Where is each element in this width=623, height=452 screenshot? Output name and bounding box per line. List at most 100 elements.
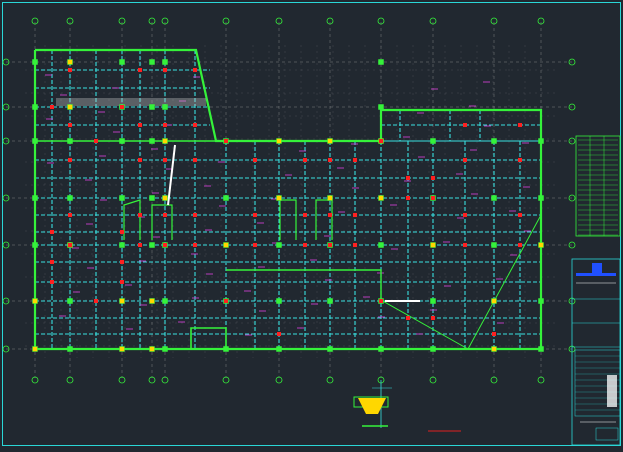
column-marker [149, 195, 155, 201]
column-marker-red [518, 243, 522, 247]
column-marker-red [303, 243, 307, 247]
column-marker [119, 346, 125, 352]
column-marker-red [50, 105, 54, 109]
column-marker-red [253, 243, 257, 247]
column-marker [119, 138, 125, 144]
column-marker [162, 346, 168, 352]
column-marker-red [50, 280, 54, 284]
column-marker [162, 195, 168, 201]
column-marker [491, 138, 497, 144]
column-marker-red [120, 105, 124, 109]
column-marker-red [463, 243, 467, 247]
column-marker [67, 138, 73, 144]
column-marker [378, 242, 384, 248]
column-marker-red [68, 123, 72, 127]
column-marker [276, 138, 282, 144]
column-marker [276, 242, 282, 248]
column-marker [149, 346, 155, 352]
column-marker [378, 195, 384, 201]
column-marker-red [193, 123, 197, 127]
column-marker-red [163, 213, 167, 217]
column-marker [276, 346, 282, 352]
column-marker-red [68, 243, 72, 247]
column-marker-red [68, 68, 72, 72]
column-marker-red [138, 213, 142, 217]
column-marker-red [120, 230, 124, 234]
column-marker-red [431, 176, 435, 180]
column-marker-red [303, 158, 307, 162]
drawing-number-block [607, 375, 617, 407]
column-marker [378, 59, 384, 65]
column-marker-red [138, 243, 142, 247]
column-marker [327, 195, 333, 201]
column-marker-red [138, 123, 142, 127]
column-marker-red [353, 243, 357, 247]
column-marker-red [163, 158, 167, 162]
column-marker [149, 104, 155, 110]
column-marker-red [94, 139, 98, 143]
column-marker [430, 138, 436, 144]
column-marker-red [224, 299, 228, 303]
column-marker [32, 59, 38, 65]
column-marker [32, 346, 38, 352]
column-marker-red [163, 123, 167, 127]
column-marker-red [120, 260, 124, 264]
column-marker-red [193, 213, 197, 217]
column-marker [491, 346, 497, 352]
column-marker-red [406, 176, 410, 180]
column-marker [149, 242, 155, 248]
column-marker-red [379, 139, 383, 143]
column-marker [430, 346, 436, 352]
column-marker-red [193, 158, 197, 162]
column-marker [67, 195, 73, 201]
column-marker [491, 195, 497, 201]
column-marker [32, 298, 38, 304]
column-marker-red [277, 332, 281, 336]
column-marker [327, 298, 333, 304]
column-marker [276, 298, 282, 304]
column-marker [162, 138, 168, 144]
column-marker [327, 346, 333, 352]
column-marker [223, 195, 229, 201]
column-marker [32, 195, 38, 201]
column-marker-red [431, 316, 435, 320]
column-marker [119, 195, 125, 201]
column-marker [67, 59, 73, 65]
column-marker-red [518, 213, 522, 217]
column-marker-red [353, 213, 357, 217]
column-marker [67, 298, 73, 304]
column-marker [430, 298, 436, 304]
column-marker [223, 346, 229, 352]
column-marker-red [379, 299, 383, 303]
column-marker-red [68, 213, 72, 217]
structural-floor-plan [0, 0, 623, 448]
column-marker [538, 346, 544, 352]
column-marker-red [406, 196, 410, 200]
column-marker-red [253, 213, 257, 217]
column-marker [162, 298, 168, 304]
column-marker [149, 298, 155, 304]
column-marker [32, 138, 38, 144]
column-marker [378, 346, 384, 352]
column-marker [538, 242, 544, 248]
column-marker [491, 242, 497, 248]
column-marker [67, 346, 73, 352]
column-marker-red [50, 260, 54, 264]
column-marker-red [328, 243, 332, 247]
column-marker-red [120, 280, 124, 284]
column-marker-red [193, 243, 197, 247]
column-marker [119, 298, 125, 304]
column-marker [327, 138, 333, 144]
column-marker [32, 242, 38, 248]
company-logo-icon [592, 263, 602, 273]
column-marker-red [138, 68, 142, 72]
column-marker-red [68, 158, 72, 162]
column-marker-red [193, 68, 197, 72]
column-marker [378, 104, 384, 110]
column-marker [162, 59, 168, 65]
cad-viewport[interactable] [0, 0, 623, 448]
column-marker [67, 104, 73, 110]
column-marker [430, 242, 436, 248]
column-marker [149, 138, 155, 144]
column-marker-red [328, 158, 332, 162]
